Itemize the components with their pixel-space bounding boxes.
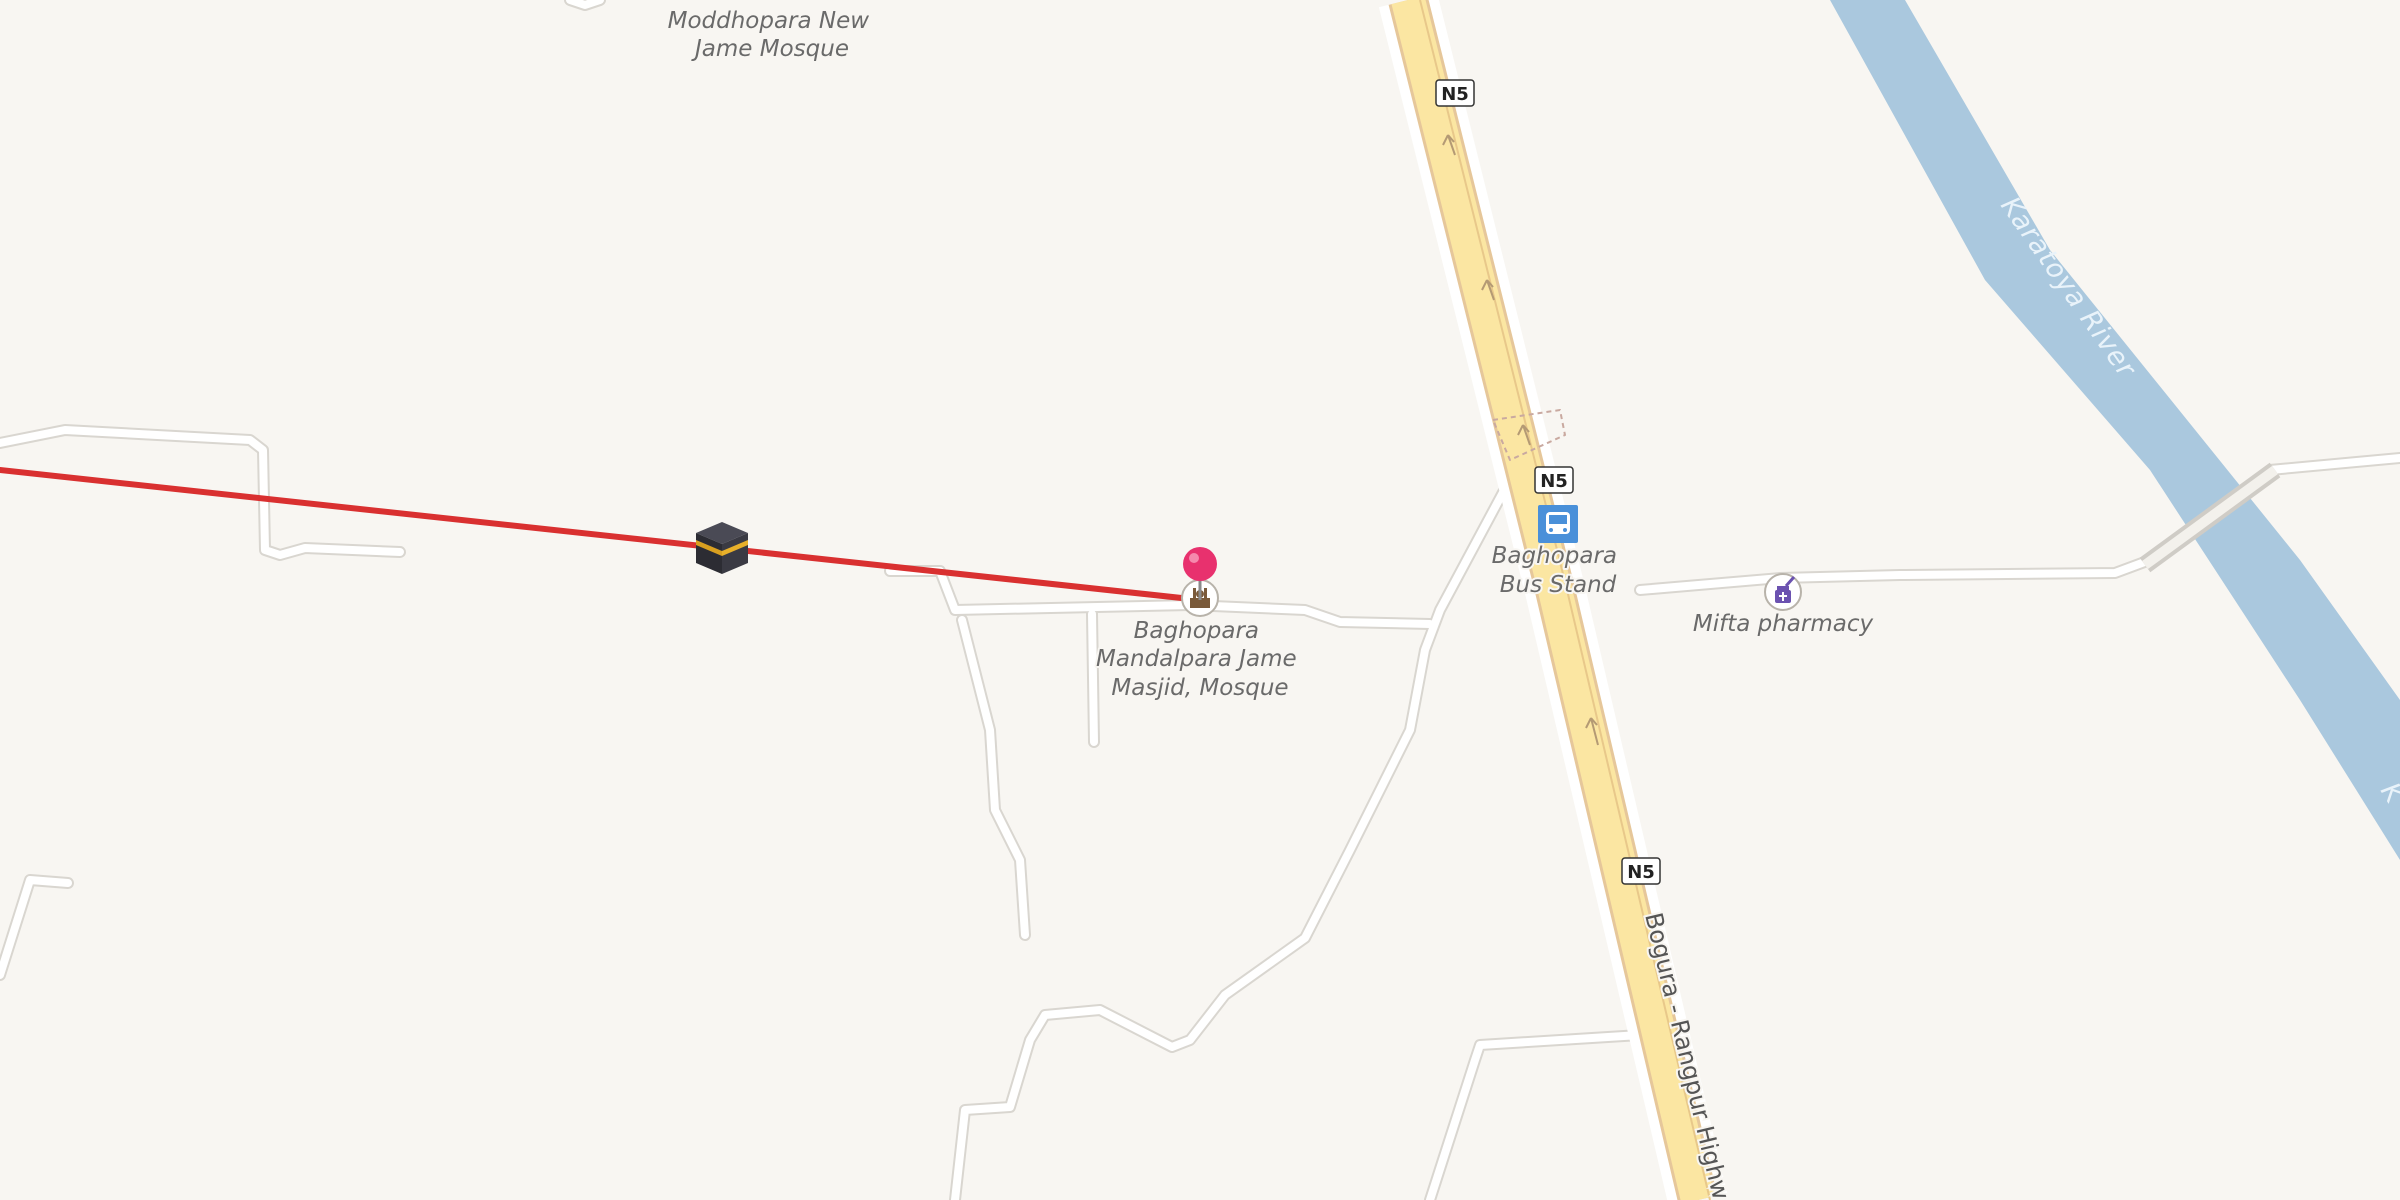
- road-shield-bottom: N5: [1621, 857, 1661, 885]
- bus-icon: [1546, 512, 1570, 534]
- road-shield-top: N5: [1435, 79, 1475, 107]
- road-shield-mid: N5: [1534, 466, 1574, 494]
- poi-label-pharmacy: Mifta pharmacy: [1693, 611, 1874, 637]
- map-canvas[interactable]: Karatoya River K Bogura - Rangpur Highwa…: [0, 0, 2400, 1200]
- road-ref-label: N5: [1627, 862, 1655, 883]
- bus-stop-poi[interactable]: [1538, 505, 1578, 543]
- road-ref-label: N5: [1540, 471, 1568, 492]
- pharmacy-poi[interactable]: [1764, 573, 1802, 611]
- kaaba-icon[interactable]: [696, 522, 748, 574]
- road-ref-label: N5: [1441, 84, 1469, 105]
